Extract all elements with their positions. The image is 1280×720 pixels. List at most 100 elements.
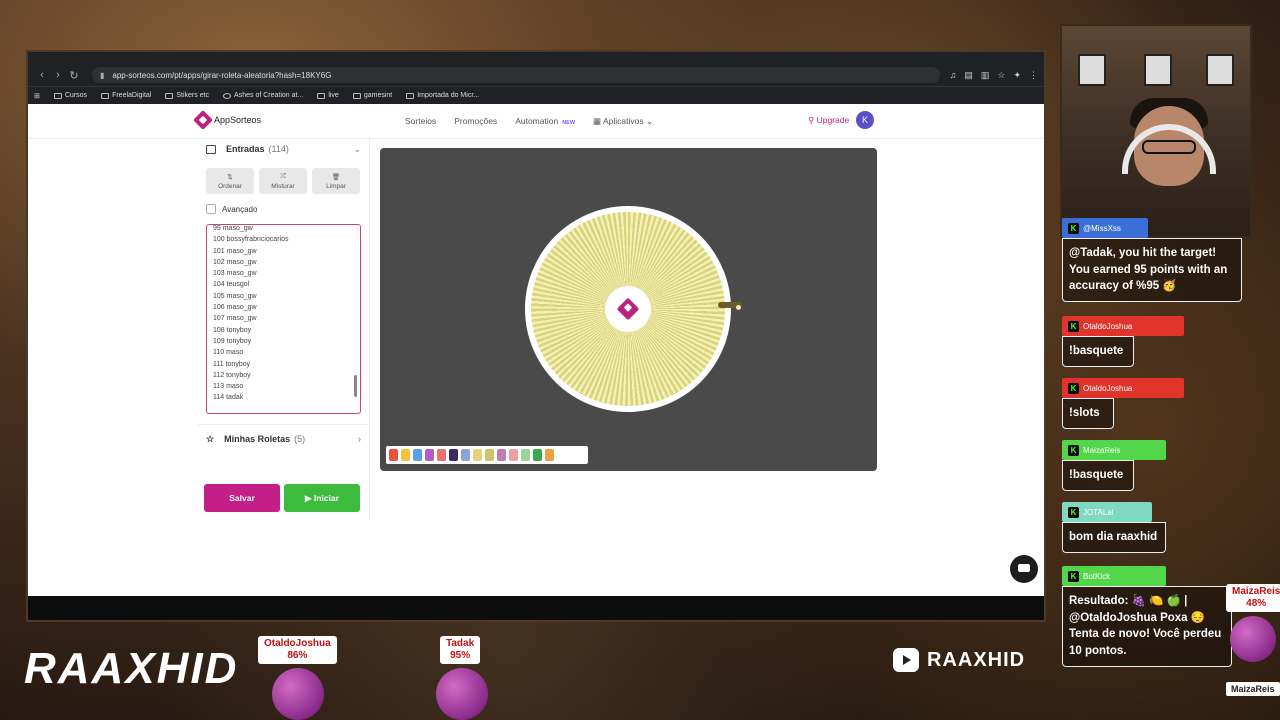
forward-icon[interactable]: › [50,69,66,81]
shuffle-button[interactable]: ⤮ Misturar [259,168,307,194]
extension-icon[interactable]: ✦ [1013,70,1021,81]
score-badge: MaizaReis 48% [1226,584,1280,612]
globe-icon [223,92,232,99]
advanced-toggle[interactable]: Avançado [198,200,369,218]
spin-wheel[interactable] [525,206,731,412]
toolbar-icons: ♫ ▤ ▥ ☆ ✦ ⋮ [950,70,1038,81]
split-icon[interactable]: ▥ [981,70,990,81]
color-swatch[interactable] [533,449,542,461]
nav-sorteios[interactable]: Sorteios [405,116,436,127]
new-badge: NEW [562,120,576,126]
advanced-checkbox[interactable] [206,204,216,214]
star-icon[interactable]: ☆ [997,70,1005,81]
clear-button[interactable]: 🗑 Limpar [312,168,360,194]
bookmark-item[interactable]: FreelaDigital [101,92,151,99]
color-swatch[interactable] [521,449,530,461]
wheel-hub[interactable] [605,286,651,332]
url-input[interactable]: ▮ app-sorteos.com/pt/apps/girar-roleta-a… [92,67,940,83]
bookmark-item[interactable]: Stikers etc [165,92,209,99]
action-buttons: Salvar ▶ Iniciar [198,484,366,512]
nav-promocoes[interactable]: Promoções [454,116,497,127]
color-swatch[interactable] [401,449,410,461]
color-swatch[interactable] [449,449,458,461]
chat-bubble-button[interactable] [1010,555,1038,583]
chat-text: Resultado: 🍇 🍋 🍏 | @OtaldoJoshua Poxa 😔 … [1062,586,1232,667]
bookmark-item[interactable]: Importada do Micr... [406,92,479,99]
app-logo[interactable]: AppSorteos [193,110,261,130]
color-swatch[interactable] [461,449,470,461]
basketball-icon [272,668,324,720]
start-button[interactable]: ▶ Iniciar [284,484,360,512]
chat-message: K MaizaReis !basquete [1062,440,1166,491]
bookmark-icon[interactable]: ▮ [100,71,104,80]
entry-item: 104 teusgol [213,281,250,289]
bookmark-item[interactable]: live [317,92,339,99]
kick-icon: K [1068,320,1079,332]
kick-icon: K [1068,444,1079,456]
reading-icon[interactable]: ▤ [964,70,973,81]
save-button[interactable]: Salvar [204,484,280,512]
color-swatch[interactable] [389,449,398,461]
entries-textarea[interactable]: 99 maso_gw 100 bossyfrabriciocarios 101 ma… [206,224,361,414]
entry-item: 102 maso_gw [213,258,257,266]
reload-icon[interactable]: ↻ [66,69,82,82]
youtube-brand: RAAXHID [893,648,1025,672]
chat-text: !basquete [1062,460,1134,491]
color-swatch[interactable] [425,449,434,461]
color-swatch[interactable] [497,449,506,461]
kick-icon: K [1068,382,1079,394]
wall-frame [1144,54,1172,86]
app-header: AppSorteos Sorteios Promoções Automation… [28,104,1044,139]
color-palette[interactable] [386,446,588,464]
wheel-sidebar: Entradas (114) ⌄ ⇅ Ordenar ⤮ Misturar 🗑 Lim… [198,136,370,520]
my-wheels-header[interactable]: ☆ Minhas Roletas (5) › [198,424,369,453]
chat-user-tag: K BotKick [1062,566,1166,586]
upgrade-link[interactable]: ⚲ Upgrade [808,115,849,126]
sort-button[interactable]: ⇅ Ordenar [206,168,254,194]
back-icon[interactable]: ‹ [34,69,50,81]
chat-text: !slots [1062,398,1114,429]
apps-icon[interactable]: ⊞ [34,92,40,100]
scrollbar-thumb[interactable] [354,375,357,397]
folder-icon [317,92,326,99]
color-swatch[interactable] [509,449,518,461]
nav-aplicativos[interactable]: ▦ Aplicativos ⌄ [593,116,653,127]
avatar[interactable]: K [856,111,874,129]
bookmark-item[interactable]: Cursos [53,92,87,99]
tab-strip [28,52,1044,64]
music-icon[interactable]: ♫ [950,70,957,81]
folder-icon [53,92,62,99]
entries-scrollbar[interactable] [352,227,358,411]
color-swatch[interactable] [545,449,554,461]
menu-icon[interactable]: ⋮ [1029,70,1038,81]
nav-automation[interactable]: Automation NEW [515,116,575,127]
channel-logo: RAAXHID [24,644,239,693]
color-swatch[interactable] [473,449,482,461]
webcam-feed [1060,24,1252,238]
chat-text: @Tadak, you hit the target! You earned 9… [1062,238,1242,303]
glasses [1142,140,1196,154]
color-swatch[interactable] [437,449,446,461]
entry-item: 105 maso_gw [213,292,257,300]
chat-message: K JOTALal bom dia raaxhid [1062,502,1166,553]
entry-tools: ⇅ Ordenar ⤮ Misturar 🗑 Limpar [198,162,369,200]
kick-icon: K [1068,506,1079,518]
player-name-tag: MaizaReis [1226,682,1280,696]
browser-window: ‹ › ↻ ▮ app-sorteos.com/pt/apps/girar-ro… [26,50,1046,622]
logo-icon [193,110,213,130]
chat-message: K BotKick Resultado: 🍇 🍋 🍏 | @OtaldoJoshu… [1062,566,1232,667]
bookmark-item[interactable]: gamesint [352,92,392,99]
wall-frame [1206,54,1234,86]
entry-item: 108 tonyboy [213,326,252,334]
bookmark-item[interactable]: Ashes of Creation at... [223,92,303,99]
color-swatch[interactable] [485,449,494,461]
chat-user-tag: K OtaldoJoshua [1062,316,1184,336]
chat-text: bom dia raaxhid [1062,522,1166,553]
gift-icon [206,144,216,154]
color-swatch[interactable] [413,449,422,461]
entry-item: 99 maso_gw [213,225,253,232]
taskbar [28,596,1044,620]
entries-header[interactable]: Entradas (114) ⌄ [198,136,369,162]
youtube-icon [893,648,919,672]
score-badge: Tadak 95% [440,636,481,664]
